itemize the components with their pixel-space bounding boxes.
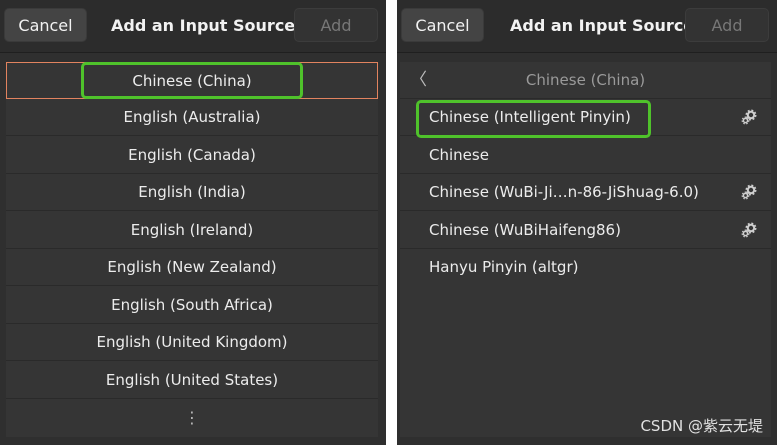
input-source-list: 〈 Chinese (China) Chinese (Intelligent P… [400,62,771,437]
source-item-wubi-jishuang[interactable]: Chinese (WuBi-Ji…n-86-JiShuag-6.0) [400,174,771,211]
add-button[interactable]: Add [294,8,378,42]
source-item-label: Chinese [429,146,489,164]
language-item-english-united-kingdom[interactable]: English (United Kingdom) [6,324,378,361]
language-item-english-canada[interactable]: English (Canada) [6,137,378,174]
language-item-english-india[interactable]: English (India) [6,174,378,211]
back-chevron-icon[interactable]: 〈 [410,62,427,99]
back-row-label: Chinese (China) [525,71,646,89]
language-list: Chinese (China) English (Australia) Engl… [6,62,378,437]
cancel-button[interactable]: Cancel [4,8,87,42]
dialog-header: Cancel Add an Input Source Add [397,0,777,53]
gear-icon[interactable] [741,109,757,125]
source-item-chinese[interactable]: Chinese [400,137,771,174]
language-item-english-new-zealand[interactable]: English (New Zealand) [6,249,378,286]
add-button[interactable]: Add [685,8,769,42]
dialog-title: Add an Input Source [111,16,296,35]
more-icon[interactable]: ⋮ [6,399,378,436]
panel-divider [386,0,397,445]
cancel-button[interactable]: Cancel [401,8,484,42]
source-item-hanyu-pinyin[interactable]: Hanyu Pinyin (altgr) [400,249,771,286]
source-item-wubihaifeng86[interactable]: Chinese (WuBiHaifeng86) [400,212,771,249]
right-dialog: Cancel Add an Input Source Add 〈 Chinese… [397,0,777,445]
source-item-label: Chinese (WuBiHaifeng86) [429,221,621,239]
language-item-english-ireland[interactable]: English (Ireland) [6,212,378,249]
gear-icon[interactable] [741,222,757,238]
language-item-english-south-africa[interactable]: English (South Africa) [6,287,378,324]
dialog-header: Cancel Add an Input Source Add [0,0,386,53]
back-row[interactable]: 〈 Chinese (China) [400,62,771,99]
source-item-intelligent-pinyin[interactable]: Chinese (Intelligent Pinyin) [400,99,771,136]
dialog-title: Add an Input Source [510,16,695,35]
source-item-label: Hanyu Pinyin (altgr) [429,258,579,276]
language-item-chinese-china[interactable]: Chinese (China) [6,62,378,99]
source-item-label: Chinese (Intelligent Pinyin) [429,108,631,126]
source-item-label: Chinese (WuBi-Ji…n-86-JiShuag-6.0) [429,183,699,201]
language-item-english-australia[interactable]: English (Australia) [6,99,378,136]
watermark: CSDN @紫云无堤 [640,417,763,435]
gear-icon[interactable] [741,184,757,200]
language-item-english-united-states[interactable]: English (United States) [6,362,378,399]
left-dialog: Cancel Add an Input Source Add Chinese (… [0,0,386,445]
